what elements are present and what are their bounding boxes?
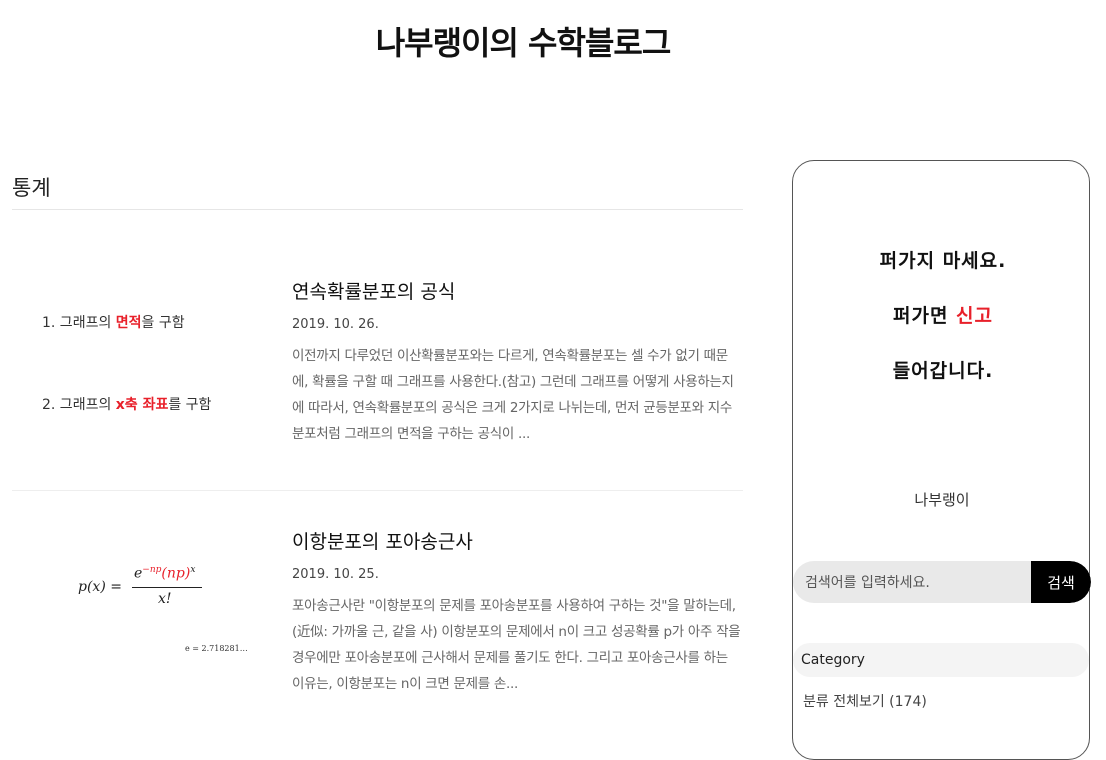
- post-title[interactable]: 이항분포의 포아송근사: [292, 527, 743, 557]
- banner-line-1: 퍼가지 마세요.: [879, 250, 1007, 272]
- banner-line-2: 퍼가면 신고: [892, 305, 994, 327]
- post-thumbnail[interactable]: p(x) = e−np(np)x x! e = 2.718281…: [12, 527, 272, 697]
- post-divider: [12, 490, 743, 491]
- post-excerpt: 포아송근사란 "이항분포의 문제를 포아송분포를 사용하여 구하는 것"을 말하…: [292, 598, 741, 692]
- post-date: 2019. 10. 25.: [292, 567, 379, 582]
- thumb-line-1: 1. 그래프의 면적을 구함: [42, 315, 185, 331]
- post-body: 이항분포의 포아송근사 2019. 10. 25. 포아송근사란 "이항분포의 …: [292, 527, 743, 697]
- fraction-bar: [132, 587, 202, 588]
- e-value: e = 2.718281…: [185, 644, 248, 653]
- blog-owner-name[interactable]: 나부랭이: [793, 489, 1091, 510]
- banner-line-3: 들어갑니다.: [892, 360, 994, 382]
- category-title: 통계: [12, 172, 743, 210]
- search-input[interactable]: [803, 561, 1032, 603]
- no-copy-banner: 퍼가지 마세요. 퍼가면 신고 들어갑니다.: [853, 246, 1033, 406]
- post-excerpt: 이전까지 다루었던 이산확률분포와는 다르게, 연속확률분포는 셀 수가 없기 …: [292, 348, 734, 442]
- main-content: 통계 1. 그래프의 면적을 구함 2. 그래프의 x축 좌표를 구함 연속확률…: [12, 172, 743, 692]
- sidebar: 퍼가지 마세요. 퍼가면 신고 들어갑니다. 나부랭이 검색 Category …: [792, 160, 1091, 760]
- category-all-link[interactable]: 분류 전체보기 (174): [803, 691, 927, 711]
- formula-numerator: e−np(np)x: [134, 565, 196, 582]
- site-title[interactable]: 나부랭이의 수학블로그: [0, 18, 1046, 64]
- post-date: 2019. 10. 26.: [292, 317, 379, 332]
- thumb-line-2: 2. 그래프의 x축 좌표를 구함: [42, 397, 212, 413]
- category-header: Category: [793, 643, 1089, 677]
- post-body: 연속확률분포의 공식 2019. 10. 26. 이전까지 다루었던 이산확률분…: [292, 277, 743, 447]
- banner-red-word: 신고: [956, 305, 994, 327]
- post-title[interactable]: 연속확률분포의 공식: [292, 277, 743, 307]
- post-thumbnail[interactable]: 1. 그래프의 면적을 구함 2. 그래프의 x축 좌표를 구함: [12, 277, 272, 447]
- search-button[interactable]: 검색: [1031, 561, 1091, 603]
- search-box: 검색: [793, 561, 1091, 603]
